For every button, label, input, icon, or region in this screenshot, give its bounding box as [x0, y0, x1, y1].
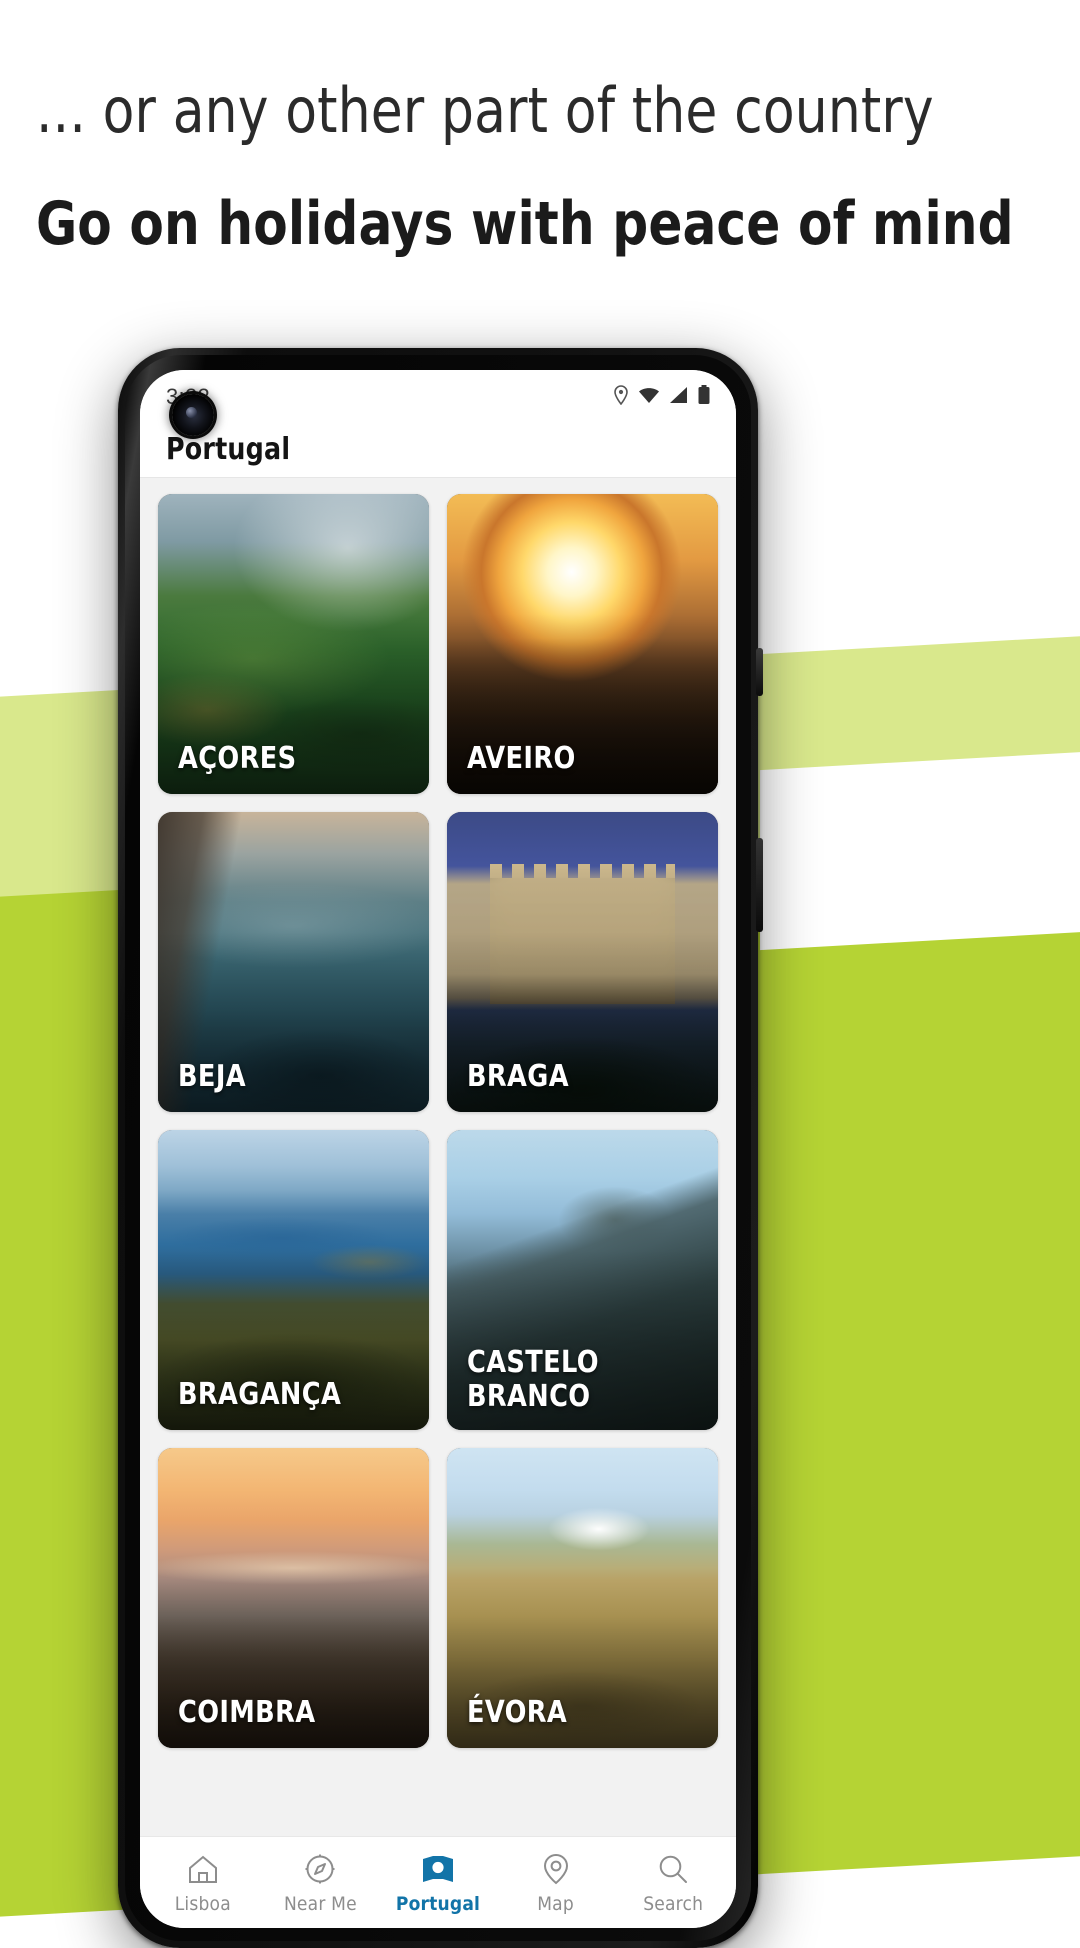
wifi-icon: [638, 386, 660, 409]
battery-icon: [698, 384, 710, 410]
region-card-acores[interactable]: AÇORES: [158, 494, 429, 794]
headline-line-1: ... or any other part of the country: [36, 74, 934, 147]
nav-tab-map[interactable]: Map: [497, 1852, 615, 1915]
compass-icon: [303, 1852, 337, 1886]
nav-tab-search[interactable]: Search: [614, 1852, 732, 1915]
app-bar: Portugal: [140, 418, 736, 478]
region-card-label: AVEIRO: [467, 740, 576, 776]
region-card-evora[interactable]: ÉVORA: [447, 1448, 718, 1748]
region-card-label: AÇORES: [178, 740, 297, 776]
headline-block: ... or any other part of the country Go …: [0, 0, 1080, 256]
region-card-beja[interactable]: BEJA: [158, 812, 429, 1112]
region-card-label: COIMBRA: [178, 1694, 316, 1730]
status-bar: 3:22: [140, 370, 736, 436]
region-card-label: BRAGANÇA: [178, 1376, 342, 1412]
volume-button[interactable]: [756, 838, 763, 932]
region-card-label: BEJA: [178, 1058, 246, 1094]
nav-tab-label: Portugal: [395, 1893, 481, 1915]
home-icon: [186, 1852, 220, 1886]
search-icon: [656, 1852, 690, 1886]
phone-mockup: 3:22 Portugal: [118, 348, 763, 1948]
location-pin-icon: [539, 1852, 573, 1886]
region-grid-scroll[interactable]: AÇORES AVEIRO BEJA BRAGA BRAGANÇA CASTEL…: [140, 478, 736, 1836]
region-grid: AÇORES AVEIRO BEJA BRAGA BRAGANÇA CASTEL…: [158, 494, 718, 1748]
region-card-label: BRAGA: [467, 1058, 569, 1094]
status-icons: [613, 384, 710, 410]
region-card-aveiro[interactable]: AVEIRO: [447, 494, 718, 794]
region-card-castelo-branco[interactable]: CASTELO BRANCO: [447, 1130, 718, 1430]
location-icon: [613, 384, 629, 410]
nav-tab-label: Lisboa: [174, 1893, 231, 1915]
nav-tab-label: Search: [643, 1893, 704, 1915]
region-card-braga[interactable]: BRAGA: [447, 812, 718, 1112]
map-flag-icon: [421, 1852, 455, 1886]
headline-line-2: Go on holidays with peace of mind: [36, 189, 1014, 260]
nav-tab-label: Map: [537, 1893, 574, 1915]
white-notch: [760, 749, 1080, 951]
nav-tab-lisboa[interactable]: Lisboa: [144, 1852, 262, 1915]
region-card-label: ÉVORA: [467, 1694, 568, 1730]
signal-icon: [669, 386, 689, 409]
camera-punch-hole: [172, 394, 214, 436]
nav-tab-portugal[interactable]: Portugal: [379, 1852, 497, 1915]
page-title: Portugal: [166, 432, 291, 467]
region-card-braganca[interactable]: BRAGANÇA: [158, 1130, 429, 1430]
region-card-label: CASTELO BRANCO: [467, 1344, 599, 1414]
nav-tab-label: Near Me: [283, 1893, 357, 1915]
nav-tab-near-me[interactable]: Near Me: [262, 1852, 380, 1915]
region-card-coimbra[interactable]: COIMBRA: [158, 1448, 429, 1748]
phone-screen: 3:22 Portugal: [140, 370, 736, 1928]
power-button[interactable]: [756, 648, 763, 696]
bottom-navigation: Lisboa Near Me Portugal Map Search: [140, 1836, 736, 1928]
